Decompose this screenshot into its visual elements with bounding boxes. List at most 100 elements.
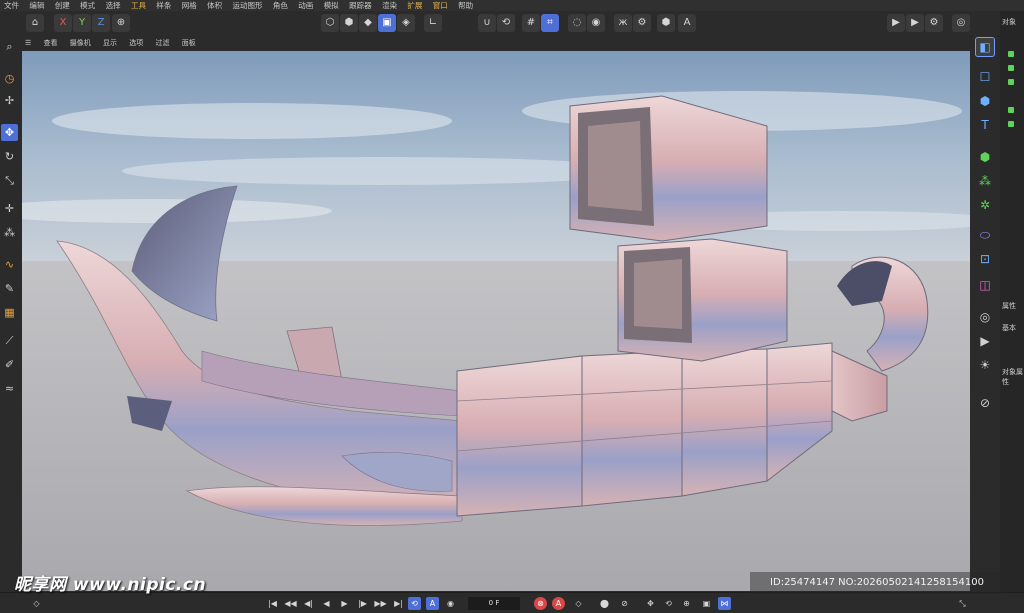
viewport-menu-options[interactable]: 选项 <box>124 39 148 47</box>
menu-volume[interactable]: 体积 <box>203 1 226 10</box>
gear-icon[interactable]: ✲ <box>976 196 994 214</box>
sound-icon[interactable]: ◉ <box>444 597 457 610</box>
render-to-picture-viewer-icon[interactable]: ▶ <box>906 14 924 32</box>
scale-icon[interactable]: ⤡ <box>1 172 18 189</box>
menu-mode[interactable]: 模式 <box>76 1 99 10</box>
texture-mode-icon[interactable]: ◈ <box>397 14 415 32</box>
object-row[interactable] <box>1008 121 1022 127</box>
undo-icon[interactable]: ⌂ <box>26 14 44 32</box>
snap-icon[interactable]: ⁂ <box>1 224 18 241</box>
workplane-icon[interactable]: ∟ <box>424 14 442 32</box>
menu-edit[interactable]: 编辑 <box>25 1 48 10</box>
timeline-options-icon[interactable]: ⋈ <box>718 597 731 610</box>
menu-tracker[interactable]: 跟踪器 <box>345 1 376 10</box>
points-mode-icon[interactable]: ⬡ <box>321 14 339 32</box>
menu-render[interactable]: 渲染 <box>378 1 401 10</box>
x-axis-lock[interactable]: X <box>54 14 72 32</box>
loop-icon[interactable]: ⟲ <box>408 597 421 610</box>
rotate-icon[interactable]: ↻ <box>1 148 18 165</box>
render-view-icon[interactable]: ◌ <box>568 14 586 32</box>
prev-frame-icon[interactable]: ◀| <box>302 597 315 610</box>
rotation-key-icon[interactable]: ⊘ <box>618 597 631 610</box>
menu-mograph[interactable]: 运动图形 <box>229 1 267 10</box>
edges-mode-icon[interactable]: ⬢ <box>340 14 358 32</box>
environment-icon[interactable]: ◎ <box>976 308 994 326</box>
settings-gear-icon[interactable]: ⚙ <box>633 14 651 32</box>
render-settings-icon[interactable]: ⚙ <box>925 14 943 32</box>
pen-icon[interactable]: ✎ <box>1 280 18 297</box>
current-frame-field[interactable]: 0 F <box>468 597 520 610</box>
spline-icon[interactable]: ∿ <box>1 256 18 273</box>
capsule-icon[interactable]: ⬭ <box>976 226 994 244</box>
null-icon[interactable]: ◧ <box>975 37 995 57</box>
menu-help[interactable]: 帮助 <box>454 1 477 10</box>
field-icon[interactable]: ◫ <box>976 276 994 294</box>
object-row[interactable] <box>1008 107 1022 113</box>
goto-start-icon[interactable]: |◀ <box>266 597 279 610</box>
position-key-icon[interactable]: ⬤ <box>598 597 611 610</box>
motion-clip-icon[interactable]: ▣ <box>700 597 713 610</box>
move-icon[interactable]: ✥ <box>1 124 18 141</box>
menu-spline[interactable]: 样条 <box>152 1 175 10</box>
menu-select[interactable]: 选择 <box>102 1 125 10</box>
param-key-icon[interactable]: ⟲ <box>662 597 675 610</box>
symmetry-icon[interactable]: ⟲ <box>497 14 515 32</box>
green-cube-icon[interactable]: ⬢ <box>976 148 994 166</box>
menu-tools[interactable]: 工具 <box>127 1 150 10</box>
keyframe-selection-icon[interactable]: ◇ <box>572 597 585 610</box>
polygons-mode-icon[interactable]: ◆ <box>359 14 377 32</box>
primitive-cube-icon[interactable]: ⬢ <box>976 92 994 110</box>
resize-corner-icon[interactable]: ⤡ <box>956 597 969 610</box>
autokey-icon[interactable]: A <box>426 597 439 610</box>
camera-icon[interactable]: ▶ <box>976 332 994 350</box>
3d-viewport[interactable] <box>22 51 970 591</box>
menu-character[interactable]: 角色 <box>269 1 292 10</box>
viewport-menu-cameras[interactable]: 摄像机 <box>65 39 96 47</box>
snap-enable-icon[interactable]: ⌗ <box>541 14 559 32</box>
object-row[interactable] <box>1008 51 1022 57</box>
hexagon-icon[interactable]: ⬢ <box>657 14 675 32</box>
play-icon[interactable]: ▶ <box>338 597 351 610</box>
pla-key-icon[interactable]: ⊕ <box>680 597 693 610</box>
viewport-menu-display[interactable]: 显示 <box>98 39 122 47</box>
redshift-icon[interactable]: A <box>678 14 696 32</box>
viewport-menu-panel[interactable]: 面板 <box>177 39 201 47</box>
paint-icon[interactable]: ✐ <box>1 356 18 373</box>
butterfly-icon[interactable]: ж <box>614 14 632 32</box>
attributes-basic-tab[interactable]: 基本 <box>1002 323 1016 333</box>
layout-icon[interactable]: ◎ <box>952 14 970 32</box>
cube-icon[interactable]: ☐ <box>976 68 994 86</box>
z-axis-lock[interactable]: Z <box>92 14 110 32</box>
knife-icon[interactable]: ⟋ <box>1 332 18 349</box>
deformer-icon[interactable]: ⊡ <box>976 250 994 268</box>
model-mode-icon[interactable]: ▣ <box>378 14 396 32</box>
menu-window[interactable]: 窗口 <box>429 1 452 10</box>
search-icon[interactable]: ⌕ <box>1 38 18 55</box>
menu-extensions[interactable]: 扩展 <box>403 1 426 10</box>
transform-icon[interactable]: ✢ <box>1 92 18 109</box>
y-axis-lock[interactable]: Y <box>73 14 91 32</box>
play-reverse-icon[interactable]: ◀ <box>320 597 333 610</box>
viewport-menu-icon[interactable]: ☰ <box>20 39 36 47</box>
magnet-icon[interactable]: ∪ <box>478 14 496 32</box>
axis-icon[interactable]: ✛ <box>1 200 18 217</box>
next-key-icon[interactable]: ▶▶ <box>374 597 387 610</box>
cloner-icon[interactable]: ⁂ <box>976 172 994 190</box>
scale-key-icon[interactable]: ✥ <box>644 597 657 610</box>
brush-icon[interactable]: ▦ <box>1 304 18 321</box>
next-frame-icon[interactable]: |▶ <box>356 597 369 610</box>
render-active-view-icon[interactable]: ▶ <box>887 14 905 32</box>
coord-system-icon[interactable]: ⊕ <box>112 14 130 32</box>
viewport-menu-filter[interactable]: 过滤 <box>150 39 174 47</box>
object-row[interactable] <box>1008 65 1022 71</box>
menu-file[interactable]: 文件 <box>0 1 23 10</box>
smooth-icon[interactable]: ≈ <box>1 380 18 397</box>
prev-key-icon[interactable]: ◀◀ <box>284 597 297 610</box>
goto-end-icon[interactable]: ▶| <box>392 597 405 610</box>
menu-mesh[interactable]: 网格 <box>178 1 201 10</box>
menu-simulate[interactable]: 模拟 <box>320 1 343 10</box>
menu-create[interactable]: 创建 <box>51 1 74 10</box>
light-icon[interactable]: ☀ <box>976 356 994 374</box>
viewport-menu-view[interactable]: 查看 <box>39 39 63 47</box>
tag-icon[interactable]: ⊘ <box>976 394 994 412</box>
